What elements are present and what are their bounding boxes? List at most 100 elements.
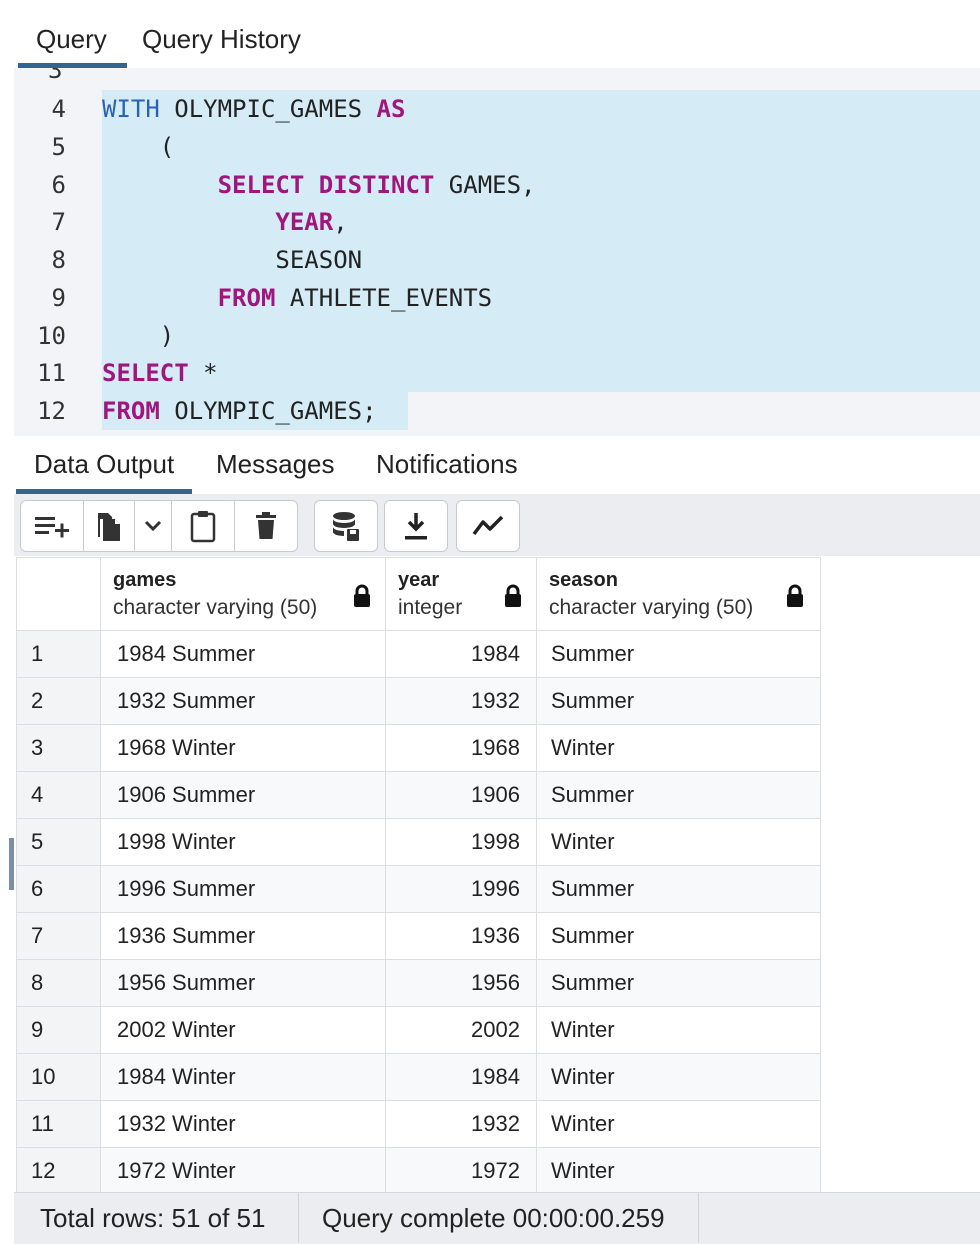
code-text: YEAR, (275, 208, 348, 237)
save-data-icon (333, 512, 359, 541)
table-row[interactable]: 5 1998 Winter 1998 Winter (16, 818, 821, 866)
games-cell[interactable]: 1936 Summer (100, 912, 386, 960)
table-row[interactable]: 7 1936 Summer 1936 Summer (16, 912, 821, 960)
tab-query[interactable]: Query (16, 10, 127, 68)
games-cell[interactable]: 1996 Summer (100, 865, 386, 913)
row-number-cell[interactable]: 4 (16, 771, 101, 819)
table-row[interactable]: 3 1968 Winter 1968 Winter (16, 724, 821, 772)
games-cell[interactable]: 1984 Summer (100, 630, 386, 678)
row-number-cell[interactable]: 8 (16, 959, 101, 1007)
games-cell[interactable]: 1932 Winter (100, 1100, 386, 1148)
games-cell[interactable]: 1968 Winter (100, 724, 386, 772)
graph-visualiser-button[interactable] (457, 501, 519, 551)
games-cell[interactable]: 2002 Winter (100, 1006, 386, 1054)
grid-header-row: games character varying (50) year intege… (16, 557, 821, 631)
year-cell[interactable]: 2002 (385, 1006, 537, 1054)
year-cell[interactable]: 1932 (385, 677, 537, 725)
row-number-cell[interactable]: 6 (16, 865, 101, 913)
games-cell[interactable]: 1984 Winter (100, 1053, 386, 1101)
season-cell[interactable]: Summer (536, 912, 821, 960)
sql-editor[interactable]: 3 4 WITH OLYMPIC_GAMES AS 5 (6 SELECT DIST… (14, 68, 980, 436)
table-row[interactable]: 9 2002 Winter 2002 Winter (16, 1006, 821, 1054)
copy-button[interactable] (84, 501, 135, 551)
tab-query-history[interactable]: Query History (122, 10, 321, 68)
lock-icon (787, 584, 803, 607)
season-cell[interactable]: Summer (536, 771, 821, 819)
column-name: season (549, 568, 618, 591)
row-number-cell[interactable]: 3 (16, 724, 101, 772)
row-number-cell[interactable]: 7 (16, 912, 101, 960)
delete-icon (256, 512, 276, 539)
tab-data-output[interactable]: Data Output (15, 436, 193, 494)
status-separator (298, 1193, 299, 1243)
season-cell[interactable]: Winter (536, 1100, 821, 1148)
row-number-cell[interactable]: 5 (16, 818, 101, 866)
games-cell[interactable]: 1972 Winter (100, 1147, 386, 1195)
delete-button[interactable] (235, 501, 297, 551)
resize-handle[interactable] (9, 838, 14, 890)
column-header-games[interactable]: games character varying (50) (100, 557, 386, 631)
query-complete-status: Query complete 00:00:00.259 (322, 1203, 665, 1233)
table-row[interactable]: 4 1906 Summer 1906 Summer (16, 771, 821, 819)
season-cell[interactable]: Winter (536, 724, 821, 772)
season-cell[interactable]: Winter (536, 818, 821, 866)
add-row-button[interactable] (21, 501, 84, 551)
season-cell[interactable]: Summer (536, 630, 821, 678)
year-cell[interactable]: 1968 (385, 724, 537, 772)
games-cell[interactable]: 1932 Summer (100, 677, 386, 725)
games-cell[interactable]: 1956 Summer (100, 959, 386, 1007)
copy-icon (98, 513, 120, 541)
code-text: FROM ATHLETE_EVENTS (217, 283, 493, 312)
table-row[interactable]: 10 1984 Winter 1984 Winter (16, 1053, 821, 1101)
year-cell[interactable]: 1996 (385, 865, 537, 913)
save-data-button[interactable] (315, 501, 377, 551)
editor-tabs: Query Query History (14, 10, 980, 69)
year-cell[interactable]: 1932 (385, 1100, 537, 1148)
season-cell[interactable]: Winter (536, 1147, 821, 1195)
toolbar-group-graph (456, 500, 520, 552)
line-number: 11 (37, 359, 66, 388)
season-cell[interactable]: Summer (536, 677, 821, 725)
row-number-cell[interactable]: 10 (16, 1053, 101, 1101)
row-number-cell[interactable]: 12 (16, 1147, 101, 1195)
year-cell[interactable]: 1998 (385, 818, 537, 866)
tab-data-output-label: Data Output (34, 449, 175, 479)
table-row[interactable]: 2 1932 Summer 1932 Summer (16, 677, 821, 725)
column-header-season[interactable]: season character varying (50) (536, 557, 821, 631)
column-header-year[interactable]: year integer (385, 557, 537, 631)
tab-messages[interactable]: Messages (216, 436, 335, 494)
row-number-header[interactable] (16, 557, 101, 631)
table-row[interactable]: 11 1932 Winter 1932 Winter (16, 1100, 821, 1148)
tab-messages-label: Messages (216, 449, 335, 479)
row-number-cell[interactable]: 2 (16, 677, 101, 725)
row-number-cell[interactable]: 9 (16, 1006, 101, 1054)
result-tabs: Data Output Messages Notifications (14, 436, 980, 495)
year-cell[interactable]: 1984 (385, 1053, 537, 1101)
season-cell[interactable]: Summer (536, 865, 821, 913)
table-row[interactable]: 6 1996 Summer 1996 Summer (16, 865, 821, 913)
download-button[interactable] (385, 501, 447, 551)
table-row[interactable]: 8 1956 Summer 1956 Summer (16, 959, 821, 1007)
year-cell[interactable]: 1906 (385, 771, 537, 819)
toolbar-group-edit (20, 500, 298, 552)
year-cell[interactable]: 1984 (385, 630, 537, 678)
year-cell[interactable]: 1956 (385, 959, 537, 1007)
row-number-cell[interactable]: 11 (16, 1100, 101, 1148)
code-text: FROM OLYMPIC_GAMES; (102, 397, 377, 425)
year-cell[interactable]: 1936 (385, 912, 537, 960)
code-text: WITH OLYMPIC_GAMES AS (102, 95, 406, 123)
year-cell[interactable]: 1972 (385, 1147, 537, 1195)
code-text: SELECT * (102, 359, 218, 388)
games-cell[interactable]: 1906 Summer (100, 771, 386, 819)
copy-options-button[interactable] (135, 501, 172, 551)
tab-notifications[interactable]: Notifications (376, 436, 518, 494)
table-row[interactable]: 12 1972 Winter 1972 Winter (16, 1147, 821, 1195)
season-cell[interactable]: Winter (536, 1006, 821, 1054)
season-cell[interactable]: Summer (536, 959, 821, 1007)
row-number-cell[interactable]: 1 (16, 630, 101, 678)
games-cell[interactable]: 1998 Winter (100, 818, 386, 866)
season-cell[interactable]: Winter (536, 1053, 821, 1101)
table-row[interactable]: 1 1984 Summer 1984 Summer (16, 630, 821, 678)
paste-button[interactable] (172, 501, 235, 551)
window-left-edge (0, 0, 14, 1243)
